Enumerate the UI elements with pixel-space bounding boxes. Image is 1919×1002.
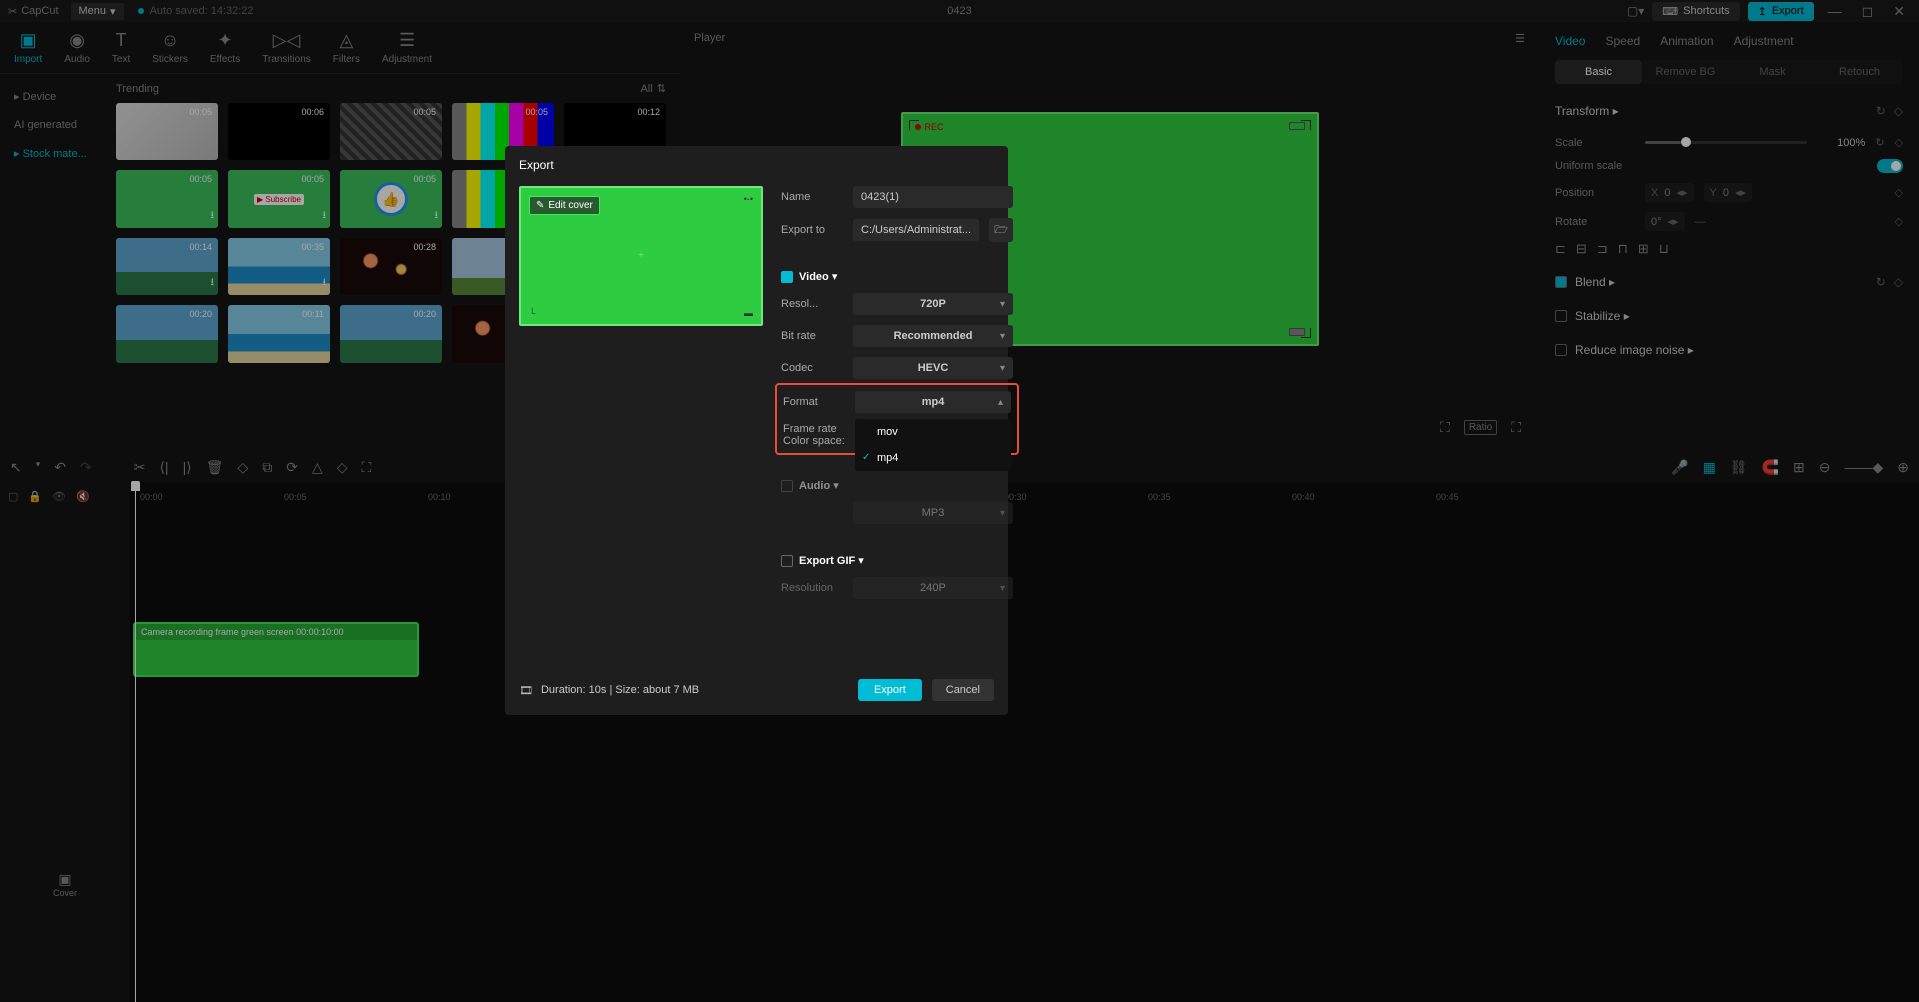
gif-res-select: 240P▾ xyxy=(853,577,1013,599)
gif-checkbox[interactable] xyxy=(781,555,793,567)
resolution-select[interactable]: 720P▾ xyxy=(853,293,1013,315)
bitrate-label: Bit rate xyxy=(781,330,843,342)
framerate-label: Frame rate xyxy=(783,423,845,435)
format-highlight: Format mp4▴ mov ✓mp4 Frame rate Color sp… xyxy=(775,383,1019,455)
folder-icon: 🗁 xyxy=(994,221,1008,240)
dropdown-option[interactable]: ✓mp4 xyxy=(855,445,1011,471)
film-icon: 🎞 xyxy=(519,684,533,697)
check-icon: ✓ xyxy=(862,452,870,463)
format-select[interactable]: mp4▴ mov ✓mp4 xyxy=(855,391,1011,413)
name-label: Name xyxy=(781,191,843,203)
chevron-down-icon: ▾ xyxy=(1000,299,1005,310)
crosshair-icon: + xyxy=(638,251,644,262)
codec-label: Codec xyxy=(781,362,843,374)
folder-button[interactable]: 🗁 xyxy=(989,218,1013,242)
chevron-down-icon: ▾ xyxy=(1000,331,1005,342)
exportto-input[interactable]: C:/Users/Administrat... xyxy=(853,219,979,241)
pencil-icon: ✎ xyxy=(536,200,544,211)
modal-title: Export xyxy=(519,158,994,172)
audio-checkbox[interactable] xyxy=(781,480,793,492)
format-label: Format xyxy=(783,396,845,408)
bitrate-select[interactable]: Recommended▾ xyxy=(853,325,1013,347)
export-info: 🎞 Duration: 10s | Size: about 7 MB xyxy=(519,684,699,697)
audio-format-select: MP3▾ xyxy=(853,502,1013,524)
format-dropdown: mov ✓mp4 xyxy=(855,419,1011,471)
gif-res-label: Resolution xyxy=(781,582,843,594)
video-checkbox[interactable] xyxy=(781,271,793,283)
dropdown-option[interactable]: mov xyxy=(855,419,1011,445)
exportto-label: Export to xyxy=(781,224,843,236)
name-input[interactable]: 0423(1) xyxy=(853,186,1013,208)
codec-select[interactable]: HEVC▾ xyxy=(853,357,1013,379)
resolution-label: Resol... xyxy=(781,298,843,310)
export-modal: Export ✎Edit cover + •-• └ ▬ Name 0423(1… xyxy=(505,146,1008,715)
chevron-up-icon: ▴ xyxy=(998,397,1003,408)
export-button[interactable]: Export xyxy=(858,679,922,701)
gif-label: Export GIF ▾ xyxy=(799,554,864,567)
edit-cover-button[interactable]: ✎Edit cover xyxy=(529,196,600,215)
audio-label: Audio ▾ xyxy=(799,479,839,492)
cancel-button[interactable]: Cancel xyxy=(932,679,994,701)
chevron-down-icon: ▾ xyxy=(1000,363,1005,374)
colorspace-label: Color space: xyxy=(783,435,858,447)
cover-preview[interactable]: ✎Edit cover + •-• └ ▬ xyxy=(519,186,763,326)
video-label: Video ▾ xyxy=(799,270,837,283)
